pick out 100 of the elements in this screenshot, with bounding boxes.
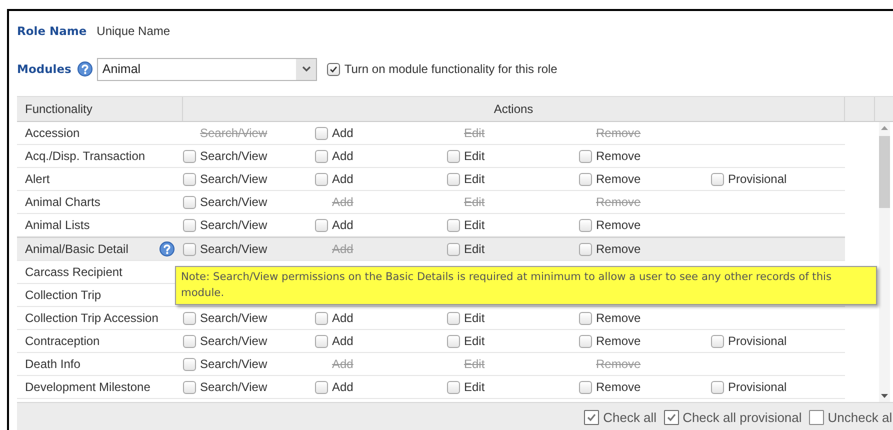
checkbox[interactable] <box>711 172 724 186</box>
disabled-action-label: Remove <box>596 126 641 140</box>
checkbox-label[interactable]: Edit <box>464 149 485 163</box>
functionality-name: Collection Trip <box>25 288 102 302</box>
disabled-action-label: Edit <box>464 357 485 371</box>
checkbox[interactable] <box>808 410 824 424</box>
checkbox[interactable] <box>579 218 592 232</box>
checkbox-label[interactable]: Edit <box>464 311 485 325</box>
checkbox[interactable] <box>579 312 592 324</box>
checkbox[interactable] <box>315 150 328 162</box>
field-label: Role Name <box>17 24 87 38</box>
checkbox[interactable] <box>711 334 724 348</box>
role-name-value: Unique Name <box>96 24 170 38</box>
arrow-up-icon[interactable] <box>880 126 888 130</box>
checkbox[interactable] <box>447 242 460 256</box>
checkbox[interactable] <box>579 172 592 186</box>
checkbox-label[interactable]: Remove <box>596 172 641 186</box>
functionality-name: Animal/Basic Detail <box>25 242 128 256</box>
arrow-down-icon[interactable] <box>880 394 888 398</box>
help-icon[interactable] <box>159 241 175 257</box>
checkbox[interactable] <box>315 172 328 186</box>
checkbox-label[interactable]: Provisional <box>728 334 787 348</box>
checkbox-label[interactable]: Add <box>332 149 354 163</box>
checkbox[interactable] <box>315 218 328 232</box>
checkbox-label[interactable]: Add <box>332 380 354 394</box>
module-dropdown[interactable]: Animal <box>97 58 318 80</box>
checkbox-label[interactable]: Edit <box>464 218 485 232</box>
checkbox-label[interactable]: Turn on module functionality for this role <box>344 62 558 76</box>
checkbox[interactable] <box>664 410 679 424</box>
checkbox[interactable] <box>327 62 340 76</box>
functionality-name: Contraception <box>25 334 100 348</box>
checkbox[interactable] <box>447 312 460 324</box>
checkbox-label[interactable]: Edit <box>464 242 485 256</box>
checkbox[interactable] <box>579 150 592 162</box>
checkbox-label[interactable]: Search/View <box>200 357 268 371</box>
checkbox-label[interactable]: Remove <box>596 218 641 232</box>
checkbox[interactable] <box>315 380 328 394</box>
checkbox[interactable] <box>579 334 592 348</box>
checkbox-label[interactable]: Remove <box>596 149 641 163</box>
checkbox[interactable] <box>447 334 460 348</box>
checkbox[interactable] <box>183 334 196 348</box>
checkbox-label[interactable]: Add <box>332 126 354 140</box>
checkbox-label[interactable]: Provisional <box>728 380 787 394</box>
checkbox[interactable] <box>447 150 460 162</box>
checkbox-label[interactable]: Remove <box>596 334 641 348</box>
checkbox[interactable] <box>447 380 460 394</box>
checkbox-label[interactable]: Search/View <box>200 380 268 394</box>
checkbox-label[interactable]: Search/View <box>200 218 268 232</box>
scroll-thumb[interactable] <box>878 136 890 208</box>
disabled-action-label: Edit <box>464 126 485 140</box>
checkbox[interactable] <box>711 380 724 394</box>
checkbox-label[interactable]: Remove <box>596 380 641 394</box>
checkbox[interactable] <box>315 312 328 324</box>
checkbox-label[interactable]: Check all provisional <box>682 410 802 424</box>
checkbox[interactable] <box>183 380 196 394</box>
functionality-name: Animal Lists <box>25 218 90 232</box>
checkbox-label[interactable]: Add <box>332 311 354 325</box>
checkbox-label[interactable]: Search/View <box>200 334 268 348</box>
checkbox-label[interactable]: Provisional <box>728 172 787 186</box>
checkbox-label[interactable]: Remove <box>596 242 641 256</box>
checkbox[interactable] <box>183 358 196 370</box>
checkbox-label[interactable]: Add <box>332 172 354 186</box>
checkbox-label[interactable]: Check all <box>603 410 657 424</box>
checkbox-label[interactable]: Uncheck all <box>828 410 893 424</box>
checkbox[interactable] <box>315 126 328 140</box>
checkbox-label[interactable]: Search/View <box>200 195 268 209</box>
column-header: Functionality <box>17 97 183 121</box>
disabled-action-label: Remove <box>596 357 641 371</box>
chevron-down-icon <box>302 66 311 72</box>
checkbox-label[interactable]: Remove <box>596 311 641 325</box>
functionality-name: Collection Trip Accession <box>25 311 158 325</box>
checkbox[interactable] <box>183 172 196 186</box>
checkbox[interactable] <box>183 242 196 256</box>
checkbox-label[interactable]: Search/View <box>200 172 268 186</box>
scrollbar[interactable] <box>878 122 890 402</box>
checkbox[interactable] <box>183 196 196 208</box>
checkbox-label[interactable]: Edit <box>464 380 485 394</box>
disabled-action-label: Add <box>332 357 354 371</box>
functionality-name: Acq./Disp. Transaction <box>25 149 146 163</box>
help-icon[interactable] <box>77 61 94 77</box>
checkbox[interactable] <box>183 218 196 232</box>
checkbox-label[interactable]: Add <box>332 218 354 232</box>
checkbox-label[interactable]: Edit <box>464 334 485 348</box>
checkbox-label[interactable]: Search/View <box>200 311 268 325</box>
checkbox-label[interactable]: Add <box>332 334 354 348</box>
checkbox[interactable] <box>447 218 460 232</box>
field-label: Modules <box>17 62 72 76</box>
checkbox[interactable] <box>315 334 328 348</box>
checkbox-label[interactable]: Edit <box>464 172 485 186</box>
checkbox[interactable] <box>584 410 600 424</box>
checkbox-label[interactable]: Search/View <box>200 149 268 163</box>
checkbox[interactable] <box>579 242 592 256</box>
checkbox[interactable] <box>183 312 196 324</box>
disabled-action-label: Search/View <box>200 126 268 140</box>
checkbox[interactable] <box>447 172 460 186</box>
functionality-name: Accession <box>25 126 80 140</box>
checkbox-label[interactable]: Search/View <box>200 242 268 256</box>
checkbox[interactable] <box>183 150 196 162</box>
checkbox[interactable] <box>579 380 592 394</box>
functionality-name: Carcass Recipient <box>25 265 122 279</box>
